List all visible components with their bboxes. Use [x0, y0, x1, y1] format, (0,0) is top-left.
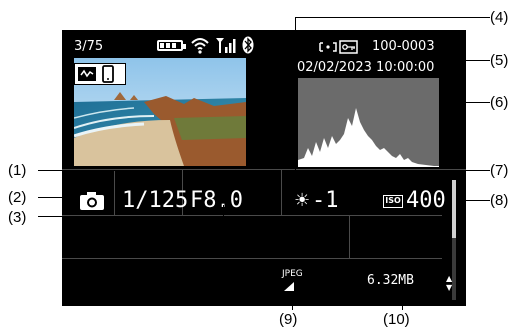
shooting-date-time: 02/02/2023 10:00:00 — [297, 60, 435, 75]
callout-5: (5) — [490, 52, 509, 69]
wifi-icon — [191, 38, 209, 54]
callout-1: (1) — [8, 162, 27, 179]
bluetooth-icon — [242, 36, 254, 54]
iso-speed: 400 — [406, 188, 446, 213]
protect-icon — [319, 40, 358, 54]
scroll-arrows-icon: ▲ ▼ — [446, 274, 453, 292]
scrollbar-thumb[interactable] — [452, 180, 456, 238]
callout-8: (8) — [490, 192, 509, 209]
folder-file-number: 100-0003 — [372, 39, 435, 54]
image-quality-format: JPEG — [282, 269, 303, 279]
playback-screen: 3/75 100-0003 02/02/2023 10:00:00 1/125 … — [62, 30, 466, 306]
file-size: 6.32MB — [367, 273, 414, 288]
callout-10: (10) — [383, 311, 410, 328]
callout-4: (4) — [490, 9, 509, 26]
iso-label: ISO — [383, 195, 403, 208]
sun-icon: ☀ — [294, 190, 311, 211]
photo-badge-icons — [74, 63, 126, 85]
exposure-compensation: -1 — [312, 188, 339, 213]
rating-icon — [78, 67, 96, 81]
callout-9: (9) — [279, 311, 298, 328]
camera-icon — [80, 192, 104, 210]
battery-icon — [157, 40, 186, 51]
image-counter: 3/75 — [74, 39, 104, 54]
jpeg-quality-icon — [284, 282, 294, 291]
callout-6: (6) — [490, 94, 509, 111]
brightness-histogram — [298, 78, 439, 167]
callout-3: (3) — [8, 209, 27, 226]
aperture-value: F8.0 — [190, 188, 243, 213]
callout-2: (2) — [8, 189, 27, 206]
signal-icon — [216, 38, 236, 53]
shutter-speed: 1/125 — [122, 188, 189, 213]
callout-7: (7) — [490, 162, 509, 179]
